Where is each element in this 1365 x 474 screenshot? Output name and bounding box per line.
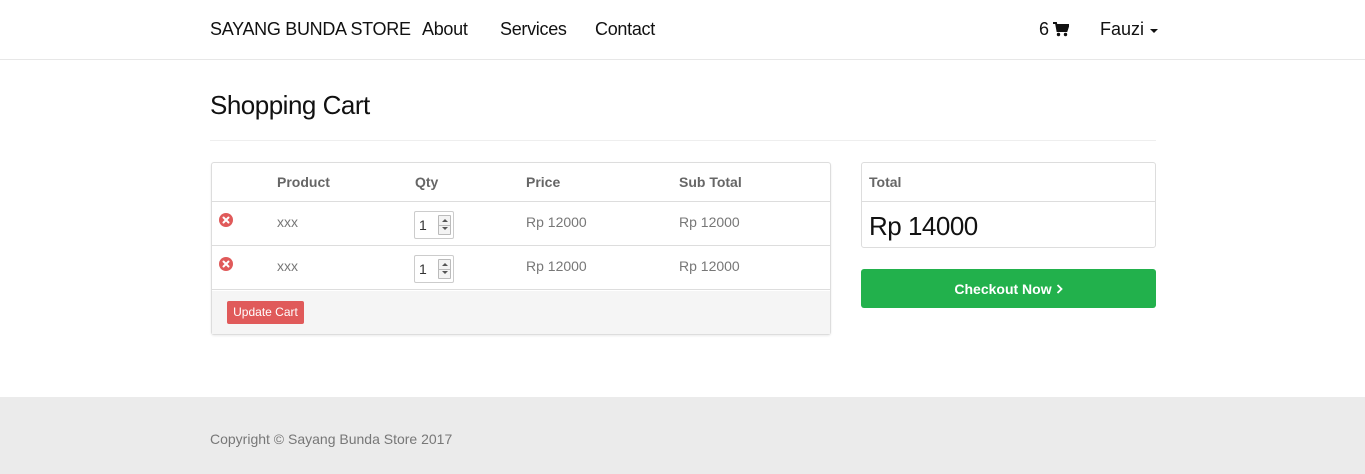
total-value: Rp 14000	[869, 211, 978, 241]
checkout-button[interactable]: Checkout Now	[861, 269, 1156, 308]
navbar: SAYANG BUNDA STORE About Services Contac…	[0, 0, 1365, 60]
item-subtotal: Rp 12000	[679, 214, 740, 230]
nav-link-about[interactable]: About	[422, 19, 468, 40]
cart-link[interactable]: 6	[1039, 19, 1070, 40]
copyright-text: Copyright © Sayang Bunda Store 2017	[210, 431, 453, 447]
quantity-stepper[interactable]: 1	[414, 255, 454, 283]
title-divider	[210, 140, 1156, 141]
product-name: xxx	[277, 258, 298, 274]
nav-link-contact[interactable]: Contact	[595, 19, 655, 40]
total-panel: Total Rp 14000	[861, 162, 1156, 248]
nav-link-services[interactable]: Services	[500, 19, 567, 40]
item-price: Rp 12000	[526, 258, 587, 274]
update-cart-button[interactable]: Update Cart	[227, 301, 304, 324]
item-price: Rp 12000	[526, 214, 587, 230]
product-name: xxx	[277, 214, 298, 230]
checkout-label: Checkout Now	[954, 280, 1052, 297]
quantity-value: 1	[419, 217, 427, 233]
col-header-subtotal: Sub Total	[679, 174, 742, 190]
caret-down-icon	[1150, 29, 1159, 33]
brand-link[interactable]: SAYANG BUNDA STORE	[210, 19, 411, 40]
spinner-arrows-icon[interactable]	[438, 259, 451, 279]
remove-item-icon[interactable]	[219, 213, 233, 227]
col-header-product: Product	[277, 174, 330, 190]
table-row: xxx 1 Rp 12000 Rp 12000	[212, 202, 830, 246]
user-name: Fauzi	[1100, 19, 1145, 39]
table-row: xxx 1 Rp 12000 Rp 12000	[212, 246, 830, 290]
total-label: Total	[869, 174, 902, 190]
quantity-stepper[interactable]: 1	[414, 211, 454, 239]
spinner-arrows-icon[interactable]	[438, 215, 451, 235]
total-divider	[862, 201, 1155, 202]
user-menu-toggle[interactable]: Fauzi	[1100, 19, 1159, 40]
chevron-right-icon	[1056, 283, 1063, 294]
col-header-price: Price	[526, 174, 561, 190]
footer: Copyright © Sayang Bunda Store 2017	[0, 397, 1365, 474]
cart-table: Product Qty Price Sub Total xxx 1 Rp 120…	[211, 162, 831, 335]
cart-count: 6	[1039, 19, 1050, 39]
col-header-qty: Qty	[415, 174, 439, 190]
page-title: Shopping Cart	[210, 90, 370, 120]
item-subtotal: Rp 12000	[679, 258, 740, 274]
cart-footer: Update Cart	[212, 291, 830, 334]
shopping-cart-icon	[1053, 22, 1070, 37]
remove-item-icon[interactable]	[219, 257, 233, 271]
quantity-value: 1	[419, 261, 427, 277]
